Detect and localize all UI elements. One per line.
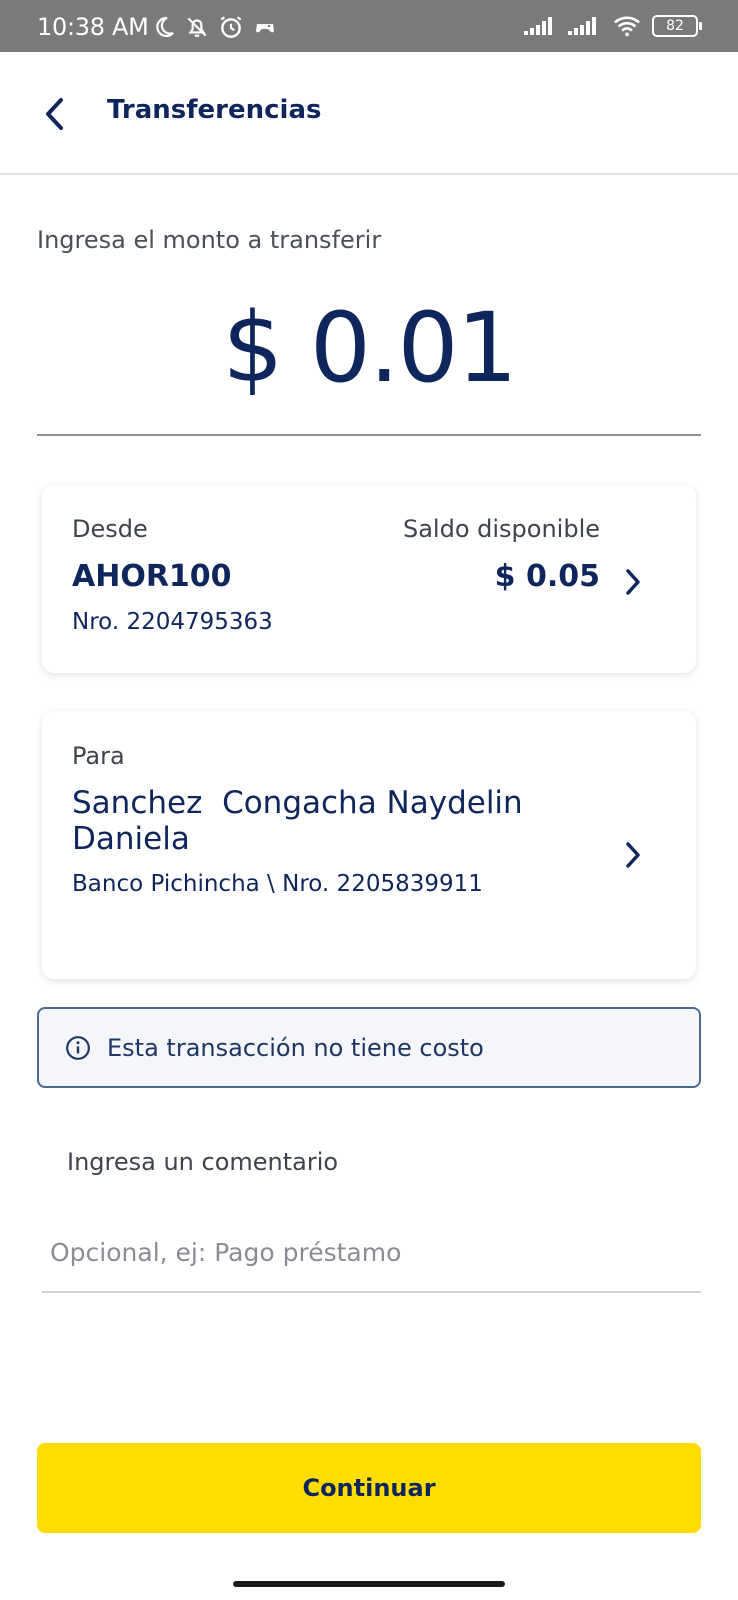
from-label: Desde	[72, 515, 148, 543]
signal-icon-2	[568, 17, 596, 35]
alarm-icon	[220, 16, 242, 38]
comment-label: Ingresa un comentario	[67, 1148, 339, 1176]
bell-off-icon	[187, 17, 207, 37]
info-text: Esta transacción no tiene costo	[107, 1033, 484, 1062]
amount-label: Ingresa el monto a transferir	[37, 226, 382, 254]
chevron-right-icon[interactable]	[618, 562, 648, 602]
moon-icon	[156, 16, 174, 38]
app-header: Transferencias	[0, 52, 738, 175]
wifi-icon	[614, 16, 640, 37]
battery-icon: 82	[652, 15, 702, 37]
signal-icon	[524, 17, 552, 35]
info-banner: Esta transacción no tiene costo	[37, 1007, 701, 1088]
info-icon	[66, 1035, 90, 1060]
balance-value: $ 0.05	[494, 559, 600, 594]
page-title: Transferencias	[107, 95, 322, 125]
chevron-right-icon[interactable]	[618, 835, 648, 875]
amount-divider	[37, 434, 701, 436]
status-icons-right: 82	[524, 14, 702, 38]
back-button[interactable]	[30, 90, 78, 138]
balance-label: Saldo disponible	[402, 515, 600, 543]
from-account-number: Nro. 2204795363	[72, 609, 273, 635]
to-label: Para	[72, 742, 125, 770]
home-indicator	[233, 1581, 505, 1587]
recipient-bank-info: Banco Pichincha \ Nro. 2205839911	[72, 871, 483, 897]
status-time: 10:38 AM	[37, 13, 149, 41]
recipient-name: Sanchez Congacha Naydelin Daniela	[72, 785, 533, 857]
game-icon	[256, 24, 274, 33]
chevron-left-icon	[46, 98, 63, 130]
destination-account-card[interactable]: Para Sanchez Congacha Naydelin Daniela B…	[42, 711, 696, 979]
status-bar: 10:38 AM 82	[0, 0, 738, 52]
source-account-card[interactable]: Desde AHOR100 Nro. 2204795363 Saldo disp…	[42, 485, 696, 673]
status-icons-left	[152, 14, 278, 40]
from-account-name: AHOR100	[72, 559, 232, 594]
continue-button[interactable]: Continuar	[37, 1443, 701, 1533]
amount-input[interactable]: $ 0.01	[0, 292, 738, 404]
comment-input[interactable]	[42, 1213, 701, 1293]
